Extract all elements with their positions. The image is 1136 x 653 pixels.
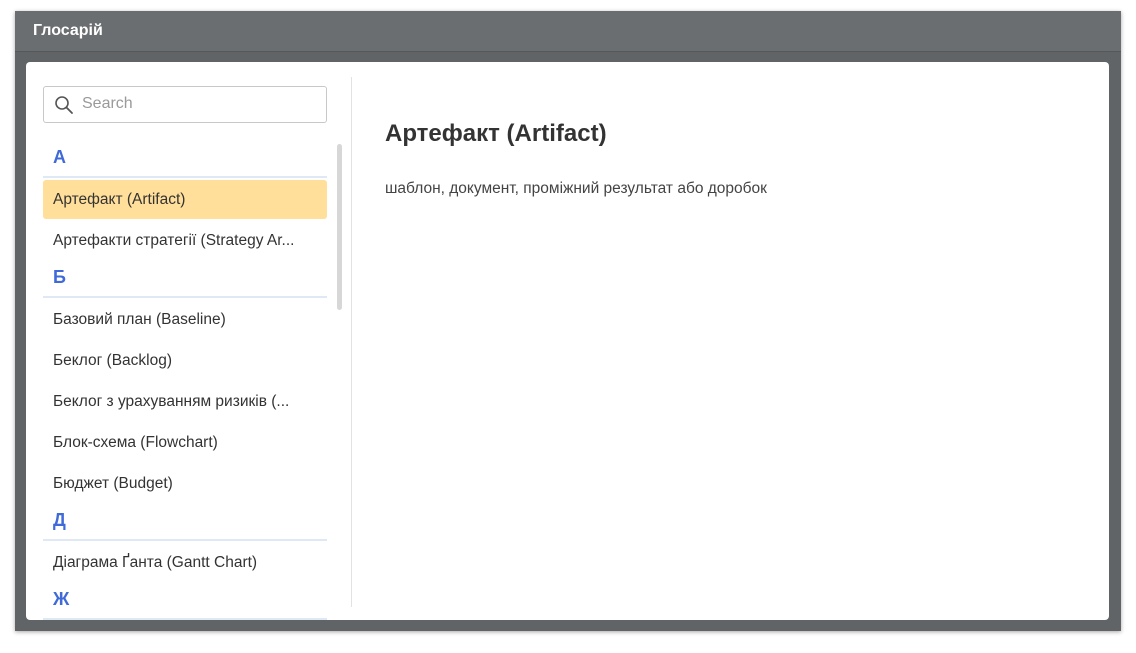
glossary-term-item[interactable]: Бюджет (Budget) (43, 464, 327, 503)
search-icon (55, 96, 73, 114)
glossary-term-item[interactable]: Діаграма Ґанта (Gantt Chart) (43, 543, 327, 582)
letter-label: Ж (53, 589, 70, 609)
term-detail: Артефакт (Artifact) шаблон, документ, пр… (385, 62, 1085, 620)
glossary-term-item[interactable]: Базовий план (Baseline) (43, 300, 327, 339)
letter-header: Ж (43, 584, 327, 620)
search-box[interactable] (43, 86, 327, 123)
letter-header: А (43, 142, 327, 178)
letter-label: Д (53, 510, 66, 530)
letter-label: А (53, 147, 66, 167)
term-list[interactable]: А Артефакт (Artifact) Артефакти стратегії … (43, 142, 327, 620)
glossary-term-item[interactable]: Артефакт (Artifact) (43, 180, 327, 219)
sidebar: А Артефакт (Artifact)Артефакти стратегії … (26, 62, 351, 620)
term-definition: шаблон, документ, проміжний результат аб… (385, 180, 767, 197)
sidebar-scrollbar[interactable] (337, 144, 342, 310)
glossary-window: Глосарій ААртефакт (Artifact)Артефакти с… (15, 11, 1121, 631)
term-title: Артефакт (Artifact) (385, 120, 607, 147)
glossary-panel: ААртефакт (Artifact)Артефакти стратегії … (26, 62, 1109, 620)
glossary-term-item[interactable]: Блок-схема (Flowchart) (43, 423, 327, 462)
letter-label: Б (53, 267, 66, 287)
letter-header: Б (43, 262, 327, 298)
glossary-term-item[interactable]: Беклог з урахуванням ризиків (... (43, 382, 327, 421)
title-bar: Глосарій (15, 11, 1121, 52)
glossary-term-item[interactable]: Беклог (Backlog) (43, 341, 327, 380)
window-title: Глосарій (33, 22, 103, 39)
divider (351, 77, 352, 607)
letter-header: Д (43, 505, 327, 541)
glossary-term-item[interactable]: Артефакти стратегії (Strategy Ar... (43, 221, 327, 260)
search-input[interactable] (82, 87, 318, 120)
